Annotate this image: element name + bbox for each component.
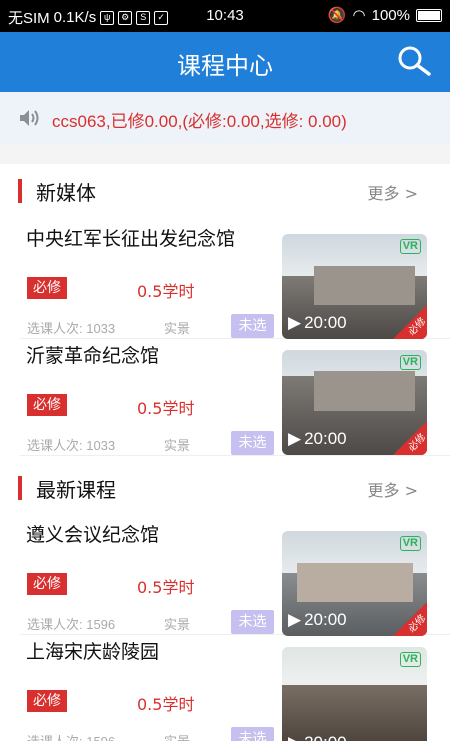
course-kind: 实景: [164, 731, 190, 741]
section-marker: [18, 476, 22, 500]
course-title: 上海宋庆龄陵园: [26, 641, 160, 663]
speaker-icon: [20, 110, 39, 126]
video-duration: ▶ 20:00: [288, 313, 347, 333]
select-status-button[interactable]: 未选: [231, 431, 274, 455]
enroll-count: 选课人次: 1033: [27, 321, 116, 336]
enroll-count: 选课人次: 1596: [27, 617, 116, 632]
mute-icon: 🔕: [327, 7, 347, 24]
course-title: 中央红军长征出发纪念馆: [26, 228, 236, 250]
wifi-icon: ◠: [352, 7, 366, 24]
duration-label: 20:00: [304, 429, 347, 448]
search-icon[interactable]: [396, 45, 432, 77]
vr-icon: VR: [399, 652, 421, 667]
section-divider: [0, 144, 450, 164]
battery-icon: [416, 8, 442, 22]
page-title: 课程中心: [177, 52, 273, 80]
course-thumbnail[interactable]: VR ▶ 20:00 必修: [282, 531, 427, 636]
course-type-badge: 必修: [27, 690, 67, 712]
video-duration: ▶ 20:00: [288, 733, 347, 741]
notice-bar: ccs063,已修0.00,(必修:0.00,选修: 0.00): [0, 92, 450, 144]
section-title: 新媒体: [36, 181, 96, 205]
duration-label: 20:00: [304, 313, 347, 332]
play-icon: ▶: [288, 610, 302, 629]
course-thumbnail[interactable]: VR ▶ 20:00 必修: [282, 647, 427, 741]
vr-icon: VR: [399, 239, 421, 254]
video-duration: ▶ 20:00: [288, 610, 347, 630]
vr-icon: VR: [399, 536, 421, 551]
play-icon: ▶: [288, 429, 302, 448]
vr-icon: VR: [399, 355, 421, 370]
course-type-badge: 必修: [27, 394, 67, 416]
more-link[interactable]: 更多 >: [368, 477, 419, 501]
duration-label: 20:00: [304, 733, 347, 741]
course-thumbnail[interactable]: VR ▶ 20:00 必修: [282, 234, 427, 339]
status-bar: 无SIM 0.1K/s ψ ⚙ S ✓ 10:43 🔕 ◠ 100%: [0, 0, 450, 32]
course-kind: 实景: [164, 439, 191, 454]
duration-label: 20:00: [304, 610, 347, 629]
select-status-button[interactable]: 未选: [231, 727, 274, 741]
section-header-latest-courses: 最新课程 更多 >: [0, 465, 450, 509]
course-hours: 0.5学时: [137, 578, 195, 597]
section-title: 最新课程: [36, 478, 116, 502]
select-status-button[interactable]: 未选: [231, 610, 274, 634]
course-kind: 实景: [164, 618, 191, 633]
course-title: 沂蒙革命纪念馆: [26, 345, 160, 367]
more-link[interactable]: 更多 >: [368, 180, 419, 204]
battery-level: 100%: [371, 6, 410, 24]
course-title: 遵义会议纪念馆: [26, 524, 160, 546]
course-hours: 0.5学时: [137, 695, 195, 714]
enroll-count: 选课人次: 1596: [27, 731, 115, 741]
select-status-button[interactable]: 未选: [231, 314, 274, 338]
course-hours: 0.5学时: [137, 399, 195, 418]
course-type-badge: 必修: [27, 573, 67, 595]
section-marker: [18, 179, 22, 203]
study-summary: ccs063,已修0.00,(必修:0.00,选修: 0.00): [52, 112, 347, 131]
course-kind: 实景: [164, 322, 191, 337]
play-icon: ▶: [288, 733, 301, 741]
course-type-badge: 必修: [27, 277, 67, 299]
app-header: 课程中心: [0, 32, 450, 92]
divider: [20, 455, 450, 456]
enroll-count: 选课人次: 1033: [27, 438, 116, 453]
video-duration: ▶ 20:00: [288, 429, 347, 449]
course-hours: 0.5学时: [137, 282, 195, 301]
course-thumbnail[interactable]: VR ▶ 20:00 必修: [282, 350, 427, 455]
section-header-new-media: 新媒体 更多 >: [0, 168, 450, 212]
play-icon: ▶: [288, 313, 302, 332]
